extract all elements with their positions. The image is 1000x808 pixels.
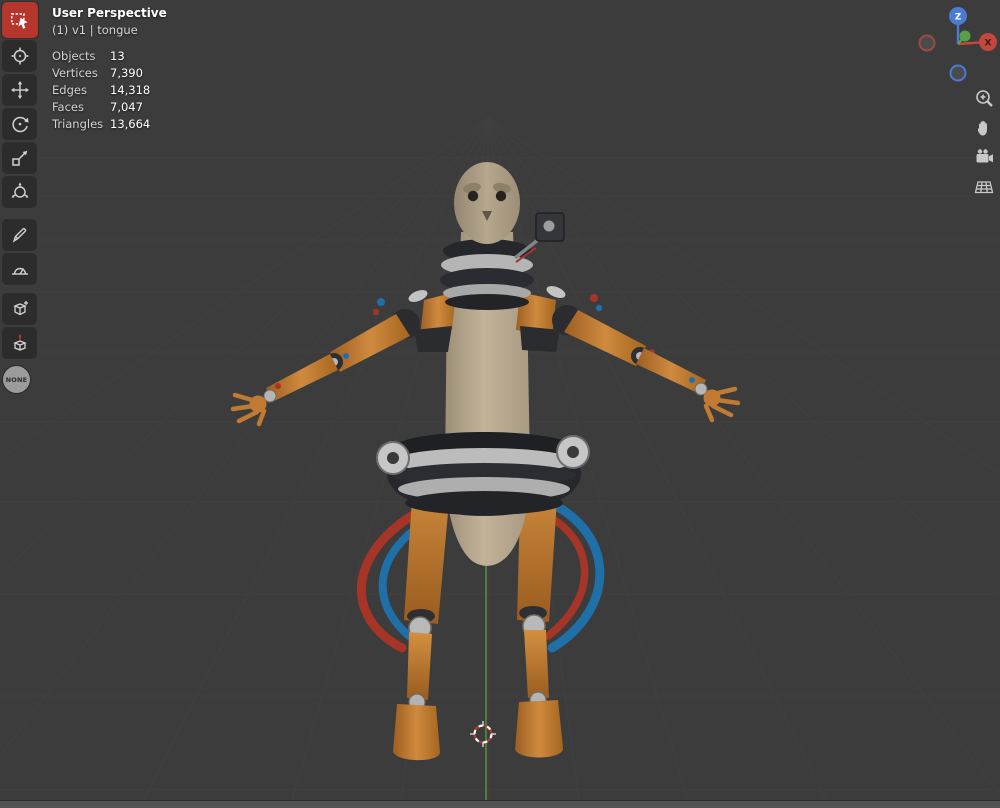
zoom-icon [976, 90, 993, 107]
view-name: User Perspective [52, 6, 167, 20]
tool-measure[interactable] [3, 254, 36, 284]
gizmo-axis-z-neg[interactable] [949, 64, 967, 82]
stat-row: Edges 14,318 [52, 83, 151, 97]
scale-icon [11, 150, 27, 166]
left-arm [230, 309, 420, 427]
stat-row: Vertices 7,390 [52, 66, 143, 80]
tool-move[interactable] [3, 75, 36, 105]
add-cube-icon [12, 301, 28, 316]
tool-none-badge[interactable]: NONE [3, 366, 30, 393]
projection-toggle-control[interactable] [972, 175, 996, 199]
cursor-tool-icon [11, 47, 28, 65]
right-arm [552, 305, 741, 423]
gizmo-axis-y[interactable] [959, 30, 971, 42]
gizmo-z-label: Z [955, 13, 962, 23]
head [454, 162, 520, 244]
pan-control[interactable] [972, 116, 996, 140]
annotate-pen-icon [12, 227, 26, 243]
gizmo-x-label: X [985, 39, 992, 49]
tool-annotate[interactable] [3, 220, 36, 250]
collection-object-name: (1) v1 | tongue [52, 23, 138, 37]
none-label: NONE [5, 375, 28, 384]
3d-viewport[interactable]: User Perspective (1) v1 | tongue Objects… [0, 0, 1000, 808]
status-bar [0, 800, 1000, 808]
tool-add-cube[interactable] [3, 294, 36, 324]
stat-row: Faces 7,047 [52, 100, 143, 114]
torso [445, 290, 531, 566]
viewport-header: User Perspective (1) v1 | tongue [52, 6, 167, 37]
hand-icon [977, 120, 987, 136]
stat-row: Objects 13 [52, 49, 125, 63]
stat-row: Triangles 13,664 [52, 117, 151, 131]
tool-cursor[interactable] [3, 41, 36, 71]
camera-icon [976, 148, 993, 162]
extra-tool-icon [12, 334, 27, 351]
zoom-control[interactable] [972, 86, 996, 110]
transform-icon [10, 182, 29, 198]
measure-protractor-icon [11, 267, 28, 275]
move-icon [10, 81, 29, 99]
grid-projection-icon [974, 181, 994, 194]
robot-character[interactable] [230, 162, 741, 761]
gizmo-axis-x-neg[interactable] [918, 34, 936, 52]
hip-assembly [376, 432, 590, 516]
rotate-icon [11, 116, 29, 133]
tool-transform[interactable] [3, 177, 36, 207]
navigation-gizmo[interactable]: Z X [916, 4, 1000, 86]
camera-view-control[interactable] [972, 145, 996, 169]
tool-extra[interactable] [3, 328, 36, 358]
tool-select-box[interactable] [2, 2, 38, 38]
tool-rotate[interactable] [3, 109, 36, 139]
scene-statistics: Objects 13 Vertices 7,390 Edges 14,318 Face… [52, 49, 150, 134]
select-box-icon [10, 13, 28, 29]
tool-scale[interactable] [3, 143, 36, 173]
